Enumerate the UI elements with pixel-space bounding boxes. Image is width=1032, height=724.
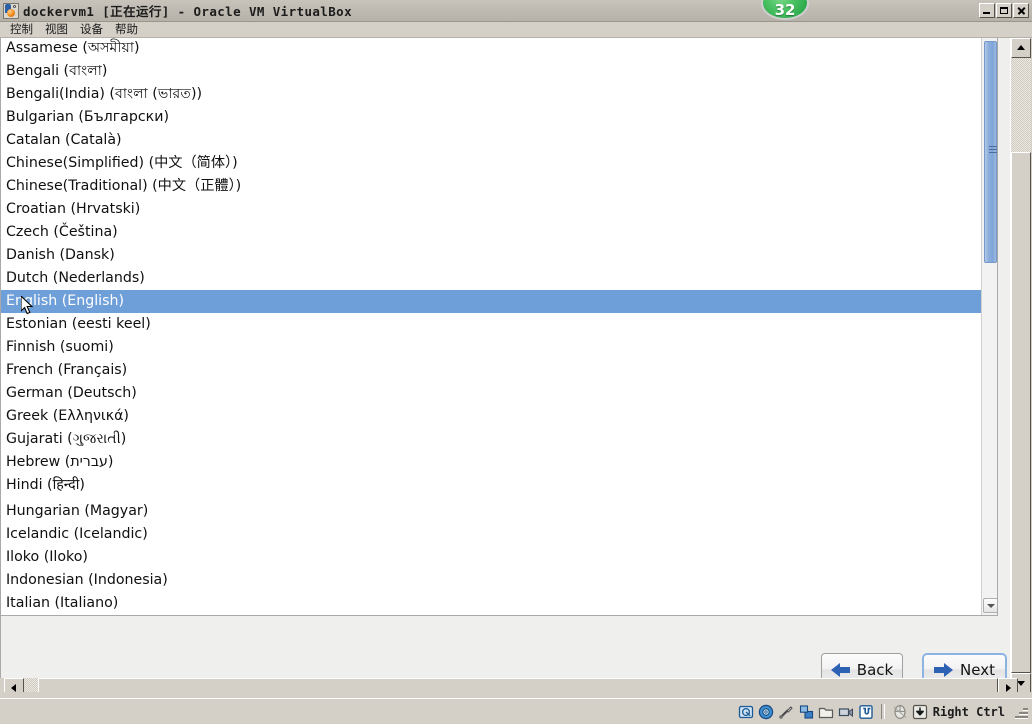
language-list-item[interactable]: Finnish (suomi) <box>1 336 981 359</box>
window-vertical-scrollbar[interactable] <box>1010 38 1032 693</box>
vm-features-icon[interactable] <box>858 704 874 720</box>
language-list-item[interactable]: English (English) <box>1 290 981 313</box>
language-list[interactable]: Assamese (অসমীয়া) Bengali (বাংলা) Bengali… <box>1 38 981 615</box>
virtualbox-icon <box>3 2 19 19</box>
language-list-item[interactable]: Assamese (অসমীয়া) <box>1 38 981 60</box>
mouse-integration-icon[interactable] <box>892 704 908 720</box>
arrow-right-icon <box>934 662 954 677</box>
host-key-label: Right Ctrl <box>932 704 1005 719</box>
statusbar: Right Ctrl <box>0 698 1032 724</box>
language-list-item[interactable]: Hebrew (עברית) <box>1 451 981 474</box>
language-list-item[interactable]: Italian (Italiano) <box>1 592 981 615</box>
language-list-item[interactable]: Estonian (eesti keel) <box>1 313 981 336</box>
optical-disk-icon[interactable] <box>758 704 774 720</box>
menubar: 控制 视图 设备 帮助 <box>0 22 1032 38</box>
scrollbar-thumb[interactable] <box>984 41 997 263</box>
statusbar-separator <box>880 704 885 719</box>
resize-grip-icon[interactable] <box>1014 705 1028 719</box>
keyboard-capture-icon[interactable] <box>912 704 928 720</box>
menu-item-devices[interactable]: 设备 <box>74 22 109 37</box>
minimize-button[interactable] <box>979 3 995 18</box>
menu-item-help[interactable]: 帮助 <box>109 22 144 37</box>
triangle-left-icon <box>11 684 16 692</box>
video-capture-icon[interactable] <box>838 704 854 720</box>
vertical-scroll-thumb[interactable] <box>1011 152 1031 673</box>
usb-icon[interactable] <box>778 704 794 720</box>
shared-folder-icon[interactable] <box>818 704 834 720</box>
language-list-item[interactable]: Bulgarian (Български) <box>1 106 981 129</box>
close-button[interactable] <box>1013 3 1029 18</box>
window-controls <box>979 3 1029 18</box>
window-titlebar: dockervm1 [正在运行] - Oracle VM VirtualBox <box>0 0 1032 22</box>
chevron-down-icon <box>987 604 995 608</box>
language-list-scrollbar[interactable] <box>981 38 997 615</box>
maximize-button[interactable] <box>996 3 1012 18</box>
language-list-item[interactable]: French (Français) <box>1 359 981 382</box>
language-list-item[interactable]: Catalan (Català) <box>1 129 981 152</box>
language-list-item[interactable]: Greek (Ελληνικά) <box>1 405 981 428</box>
back-button-label: Back <box>856 660 894 679</box>
virtualbox-window: dockervm1 [正在运行] - Oracle VM VirtualBox … <box>0 0 1032 724</box>
scrollbar-grip-icon <box>989 146 997 153</box>
scroll-up-button[interactable] <box>1011 38 1031 58</box>
language-list-item[interactable]: Gujarati (ગુજરાતી) <box>1 428 981 451</box>
language-list-frame: Assamese (অসমীয়া) Bengali (বাংলা) Bengali… <box>0 38 998 616</box>
harddisk-icon[interactable] <box>738 704 754 720</box>
language-list-item[interactable]: Chinese(Simplified) (中文（简体）) <box>1 152 981 175</box>
language-list-item[interactable]: Czech (Čeština) <box>1 221 981 244</box>
arrow-left-icon <box>830 662 850 677</box>
scrollbar-down-button[interactable] <box>983 598 997 613</box>
window-title: dockervm1 [正在运行] - Oracle VM VirtualBox <box>23 4 352 19</box>
language-list-item[interactable]: Hindi (हिन्दी) <box>1 474 981 497</box>
triangle-down-icon <box>1017 681 1025 686</box>
language-list-item[interactable]: Bengali(India) (বাংলা (ভারত)) <box>1 83 981 106</box>
triangle-right-icon <box>1006 684 1011 692</box>
language-list-item[interactable]: Indonesian (Indonesia) <box>1 569 981 592</box>
language-list-item[interactable]: Hungarian (Magyar) <box>1 500 981 523</box>
guest-screen: Assamese (অসমীয়া) Bengali (বাংলা) Bengali… <box>0 38 1010 692</box>
menu-item-control[interactable]: 控制 <box>4 22 39 37</box>
language-list-item[interactable]: Bengali (বাংলা) <box>1 60 981 83</box>
next-button-label: Next <box>960 660 995 679</box>
triangle-up-icon <box>1017 45 1025 50</box>
menu-item-view[interactable]: 视图 <box>39 22 74 37</box>
language-list-item[interactable]: German (Deutsch) <box>1 382 981 405</box>
language-list-item[interactable]: Croatian (Hrvatski) <box>1 198 981 221</box>
language-list-item[interactable]: Icelandic (Icelandic) <box>1 523 981 546</box>
language-list-item[interactable]: Dutch (Nederlands) <box>1 267 981 290</box>
language-list-item[interactable]: Chinese(Traditional) (中文（正體）) <box>1 175 981 198</box>
language-list-item[interactable]: Iloko (Iloko) <box>1 546 981 569</box>
language-list-item[interactable]: Danish (Dansk) <box>1 244 981 267</box>
network-icon[interactable] <box>798 704 814 720</box>
